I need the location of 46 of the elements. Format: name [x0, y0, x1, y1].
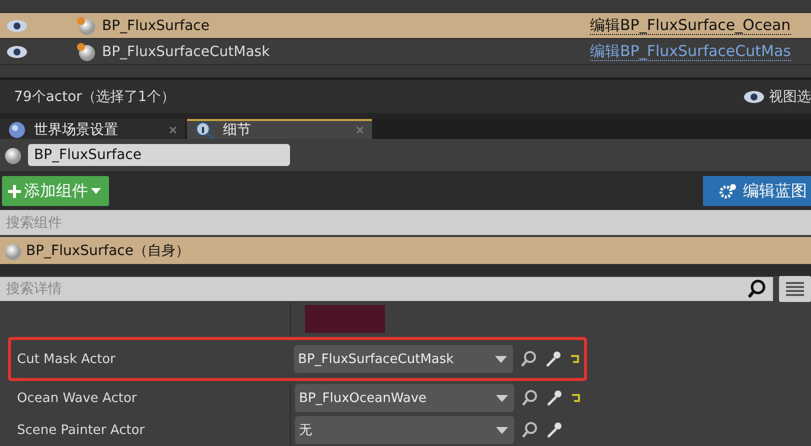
actor-picker-dropdown[interactable]: BP_FluxSurfaceCutMask: [294, 345, 513, 373]
property-label: Ocean Wave Actor: [16, 390, 138, 406]
close-icon[interactable]: [169, 126, 177, 134]
actor-name-field[interactable]: BP_FluxSurface: [28, 144, 290, 166]
caret-icon: [496, 426, 508, 434]
sphere-icon: [2, 145, 22, 165]
outliner-row[interactable]: BP_FluxSurface 编辑BP_FluxSurface_Ocean: [0, 13, 811, 39]
search-icon: [747, 279, 767, 299]
view-options-button[interactable]: 视图选: [743, 88, 811, 106]
eyedropper-icon[interactable]: [546, 389, 562, 407]
actor-count: 79个actor（选择了1个）: [14, 88, 175, 106]
view-options-button[interactable]: [779, 276, 811, 302]
property-label: Cut Mask Actor: [16, 352, 116, 366]
actor-label: BP_FluxSurface: [102, 18, 210, 34]
edit-blueprint-button[interactable]: 编辑蓝图: [703, 176, 811, 206]
search-icon[interactable]: [521, 350, 537, 368]
actor-label: BP_FluxSurfaceCutMask: [102, 44, 271, 60]
eye-icon[interactable]: [6, 44, 28, 58]
panel-tab[interactable]: 细节: [187, 119, 372, 139]
globe-icon: [8, 121, 26, 139]
search-icon[interactable]: [522, 421, 538, 439]
eyedropper-icon[interactable]: [545, 350, 561, 368]
grid-icon: [786, 282, 804, 296]
caret-icon: [91, 188, 101, 194]
sphere-icon: [76, 42, 96, 62]
caret-icon: [496, 394, 508, 402]
eye-icon[interactable]: [743, 90, 765, 104]
gears-icon: [719, 183, 737, 199]
details-search-field[interactable]: 搜索详情: [0, 277, 773, 301]
eyedropper-icon[interactable]: [546, 421, 562, 439]
magnifier-info-icon: [195, 121, 215, 139]
search-icon[interactable]: [522, 389, 538, 407]
plus-icon: [8, 184, 21, 198]
sphere-icon: [76, 16, 96, 36]
property-label: Scene Painter Actor: [16, 422, 146, 438]
edit-blueprint-link[interactable]: 编辑BP_FluxSurfaceCutMas: [590, 42, 791, 60]
outliner-row[interactable]: BP_FluxSurfaceCutMask 编辑BP_FluxSurfaceCutMas: [0, 39, 811, 65]
actor-picker-dropdown[interactable]: BP_FluxOceanWave: [295, 384, 514, 412]
color-swatch[interactable]: [305, 305, 385, 333]
caret-icon: [495, 356, 507, 362]
component-search-field[interactable]: 搜索组件: [0, 210, 811, 235]
component-row[interactable]: BP_FluxSurface（自身）: [0, 237, 811, 264]
edit-blueprint-link[interactable]: 编辑BP_FluxSurface_Ocean: [590, 16, 791, 34]
eye-icon[interactable]: [6, 18, 28, 32]
panel-tab[interactable]: 世界场景设置: [0, 119, 185, 139]
actor-picker-dropdown[interactable]: 无: [295, 416, 514, 444]
